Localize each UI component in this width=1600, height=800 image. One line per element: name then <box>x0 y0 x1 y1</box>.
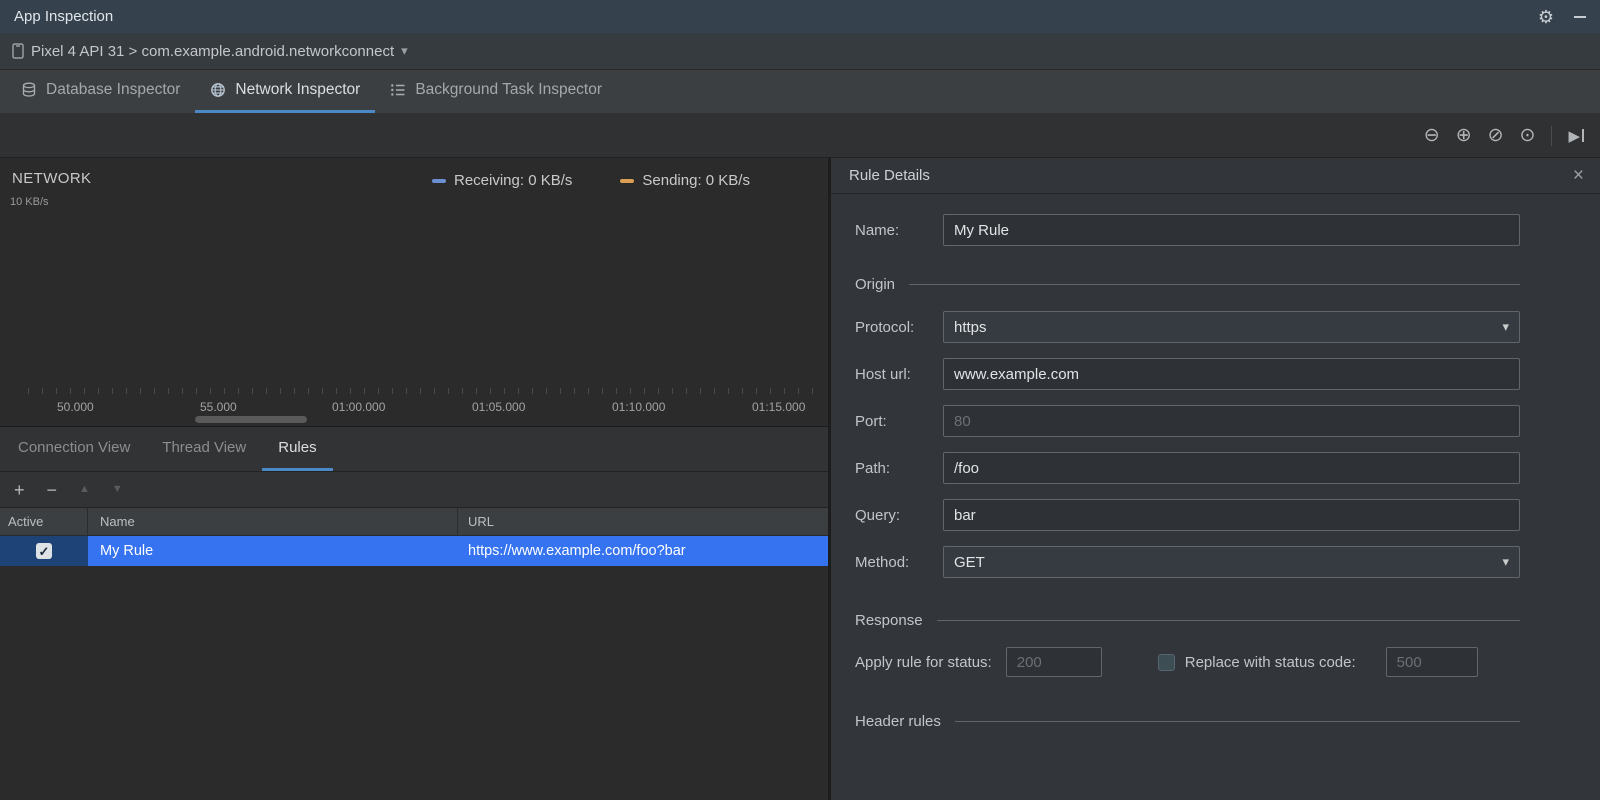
tab-label: Network Inspector <box>235 81 361 98</box>
settings-gear-icon[interactable]: ⚙ <box>1538 8 1554 26</box>
tick-label: 01:10.000 <box>612 400 666 414</box>
status-code-row: Apply rule for status: Replace with stat… <box>855 647 1520 677</box>
tab-background-task-inspector[interactable]: Background Task Inspector <box>375 70 617 113</box>
name-field[interactable] <box>943 214 1520 246</box>
legend-sending: Sending: 0 KB/s <box>620 172 750 189</box>
zoom-out-icon[interactable]: ⊖ <box>1424 126 1440 145</box>
network-chart-title: NETWORK <box>12 170 92 187</box>
protocol-label: Protocol: <box>855 318 915 336</box>
view-tabs: Connection View Thread View Rules <box>0 426 828 472</box>
window-title: App Inspection <box>14 8 114 25</box>
chart-legend: Receiving: 0 KB/s Sending: 0 KB/s <box>432 172 750 189</box>
column-header-name[interactable]: Name <box>88 508 458 535</box>
apply-status-label: Apply rule for status: <box>855 653 992 671</box>
network-timeline-panel: NETWORK 10 KB/s Receiving: 0 KB/s Sendin… <box>0 158 831 800</box>
rules-toolbar: + − ▲ ▼ <box>0 472 828 508</box>
receiving-swatch <box>432 178 446 183</box>
chevron-down-icon: ▾ <box>1502 319 1509 334</box>
column-header-active[interactable]: Active <box>0 508 88 535</box>
table-row[interactable]: ✓ My Rule https://www.example.com/foo?ba… <box>0 536 828 566</box>
tab-label: Database Inspector <box>46 81 181 98</box>
replace-status-label: Replace with status code: <box>1184 653 1356 671</box>
tick-label: 01:05.000 <box>472 400 526 414</box>
rule-name-cell: My Rule <box>100 543 154 559</box>
tick-label: 50.000 <box>57 400 94 414</box>
active-checkbox[interactable]: ✓ <box>36 543 52 559</box>
tick-label: 01:00.000 <box>332 400 386 414</box>
rules-table-header: Active Name URL <box>0 508 828 536</box>
name-label: Name: <box>855 221 900 239</box>
globe-icon <box>210 82 226 98</box>
rule-details-header: Rule Details × <box>831 158 1600 194</box>
tab-label: Background Task Inspector <box>415 81 603 98</box>
titlebar: App Inspection ⚙ <box>0 0 1600 33</box>
toolbar-divider <box>1551 125 1553 146</box>
tab-database-inspector[interactable]: Database Inspector <box>6 70 195 113</box>
port-field[interactable] <box>943 405 1520 437</box>
rule-details-panel: Rule Details × Name: Origin Protocol: ht… <box>831 158 1600 800</box>
table-empty-area <box>0 566 828 800</box>
tick-label: 55.000 <box>200 400 237 414</box>
replace-status-field[interactable] <box>1385 647 1478 677</box>
path-label: Path: <box>855 459 891 477</box>
remove-rule-icon[interactable]: − <box>47 481 58 499</box>
column-header-url[interactable]: URL <box>458 508 828 535</box>
app-inspection-window: App Inspection ⚙ Pixel 4 API 31 > com.ex… <box>0 0 1600 800</box>
timeline-ruler <box>28 388 826 394</box>
replace-status-checkbox[interactable] <box>1157 653 1175 671</box>
chevron-down-icon: ▾ <box>1502 554 1509 569</box>
query-label: Query: <box>855 506 901 524</box>
origin-section-header: Origin <box>855 276 1520 293</box>
go-live-icon[interactable]: ▶ <box>1568 127 1584 145</box>
chevron-down-icon[interactable]: ▾ <box>401 43 408 59</box>
main-split: NETWORK 10 KB/s Receiving: 0 KB/s Sendin… <box>0 158 1600 800</box>
move-down-icon[interactable]: ▼ <box>112 484 123 495</box>
timeline-toolbar: ⊖ ⊕ ⊘ ⊙ ▶ <box>0 114 1600 158</box>
minimize-icon[interactable] <box>1574 15 1586 18</box>
device-phone-icon <box>12 43 24 59</box>
inspector-tabs: Database Inspector Network Inspector Bac… <box>0 70 1600 114</box>
sending-swatch <box>620 178 635 183</box>
device-process-selector[interactable]: Pixel 4 API 31 > com.example.android.net… <box>31 43 394 60</box>
protocol-dropdown[interactable]: https ▾ <box>943 311 1520 343</box>
response-section-header: Response <box>855 612 1520 629</box>
host-url-label: Host url: <box>855 365 911 383</box>
section-divider <box>936 620 1520 621</box>
path-field[interactable] <box>943 452 1520 484</box>
active-cell: ✓ <box>0 536 88 566</box>
host-url-field[interactable] <box>943 358 1520 390</box>
tab-thread-view[interactable]: Thread View <box>146 427 262 471</box>
panel-title: Rule Details <box>849 167 930 184</box>
apply-status-field[interactable] <box>1005 647 1102 677</box>
tab-rules[interactable]: Rules <box>262 427 333 471</box>
method-dropdown[interactable]: GET ▾ <box>943 546 1520 578</box>
section-divider <box>954 721 1520 722</box>
rule-url-cell: https://www.example.com/foo?bar <box>468 543 686 559</box>
device-process-bar: Pixel 4 API 31 > com.example.android.net… <box>0 33 1600 70</box>
move-up-icon[interactable]: ▲ <box>79 484 90 495</box>
section-divider <box>909 284 1520 285</box>
query-field[interactable] <box>943 499 1520 531</box>
legend-receiving: Receiving: 0 KB/s <box>432 172 572 189</box>
zoom-to-selection-icon[interactable]: ⊙ <box>1520 126 1536 145</box>
port-label: Port: <box>855 412 887 430</box>
header-rules-section-header: Header rules <box>855 713 1520 730</box>
method-label: Method: <box>855 553 910 571</box>
zoom-in-icon[interactable]: ⊕ <box>1456 126 1472 145</box>
task-list-icon <box>390 82 406 98</box>
rule-details-body: Name: Origin Protocol: https ▾ Host url: <box>831 194 1600 800</box>
timeline-scrollbar-thumb[interactable] <box>195 416 307 423</box>
add-rule-icon[interactable]: + <box>14 481 25 499</box>
tab-connection-view[interactable]: Connection View <box>2 427 146 471</box>
reset-zoom-icon[interactable]: ⊘ <box>1488 126 1504 145</box>
network-chart: NETWORK 10 KB/s Receiving: 0 KB/s Sendin… <box>0 158 828 426</box>
tab-network-inspector[interactable]: Network Inspector <box>195 70 376 113</box>
database-icon <box>21 82 37 98</box>
tick-label: 01:15.000 <box>752 400 806 414</box>
y-axis-label: 10 KB/s <box>10 196 49 208</box>
close-icon[interactable]: × <box>1573 166 1584 185</box>
